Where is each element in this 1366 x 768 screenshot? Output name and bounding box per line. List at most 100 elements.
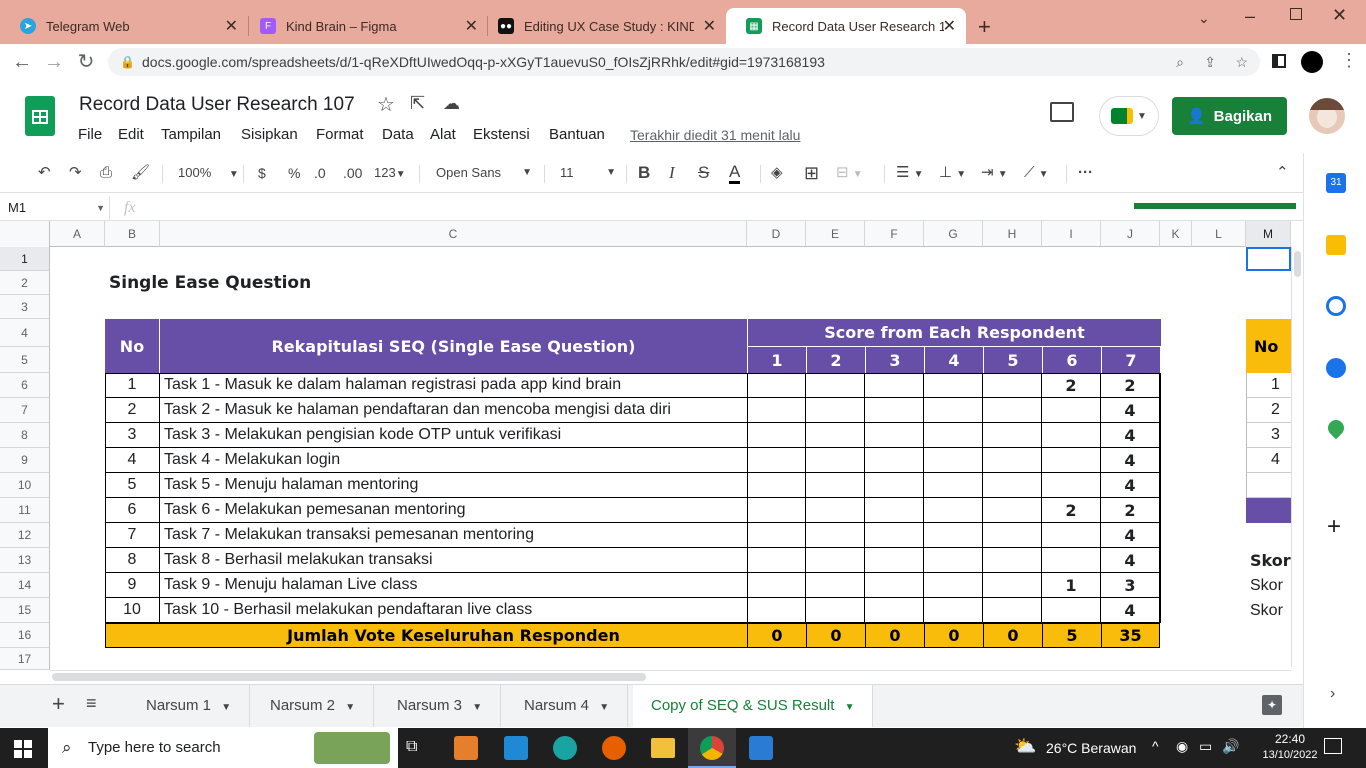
score-cell[interactable] xyxy=(983,598,1042,623)
keep-icon[interactable] xyxy=(1326,235,1346,255)
score-cell[interactable] xyxy=(806,523,865,548)
user-avatar[interactable] xyxy=(1309,98,1345,134)
total-value-cell[interactable]: 0 xyxy=(747,623,806,648)
vertical-align-icon[interactable]: ⊥ ▼ xyxy=(939,163,966,185)
borders-icon[interactable]: ⊞ xyxy=(804,163,819,183)
recording-icon[interactable]: ◉ xyxy=(1176,738,1188,755)
side-panel-icon[interactable] xyxy=(1272,54,1286,68)
redo-icon[interactable]: ↷ xyxy=(69,163,82,183)
fill-color-icon[interactable]: ◈ xyxy=(771,163,783,183)
col-header-e[interactable]: E xyxy=(806,221,865,247)
col-header-j[interactable]: J xyxy=(1101,221,1160,247)
score-cell[interactable] xyxy=(747,473,806,498)
menu-edit[interactable]: Edit xyxy=(118,126,144,143)
score-cell[interactable] xyxy=(865,398,924,423)
score-cell[interactable] xyxy=(924,473,983,498)
respondent-header-5[interactable]: 5 xyxy=(983,347,1042,373)
more-formats-select[interactable]: 123▼ xyxy=(374,163,406,185)
chrome-taskbar-button[interactable] xyxy=(688,728,736,768)
menu-tools[interactable]: Alat xyxy=(430,126,456,143)
score-cell[interactable] xyxy=(747,548,806,573)
last-edit-link[interactable]: Terakhir diedit 31 menit lalu xyxy=(630,127,800,143)
bold-icon[interactable]: B xyxy=(638,163,650,183)
score-cell[interactable] xyxy=(924,498,983,523)
name-box[interactable]: M1 ▼ xyxy=(0,196,110,220)
row-header-2[interactable]: 2 xyxy=(0,271,50,295)
explore-icon[interactable]: ✦ xyxy=(1262,695,1282,715)
close-window-icon[interactable]: ✕ xyxy=(1332,5,1347,26)
score-cell[interactable] xyxy=(747,448,806,473)
undo-icon[interactable]: ↶ xyxy=(38,163,51,183)
notification-icon[interactable] xyxy=(1324,738,1342,754)
profile-avatar[interactable] xyxy=(1301,51,1323,73)
task-no-cell[interactable]: 6 xyxy=(105,498,160,523)
get-addons-icon[interactable]: + xyxy=(1327,513,1341,541)
xampp-icon[interactable] xyxy=(454,736,478,760)
browser-tab-telegram[interactable]: ➤ Telegram Web ✕ xyxy=(0,8,248,44)
row-header-1[interactable]: 1 xyxy=(0,247,50,271)
tray-chevron-icon[interactable]: ^ xyxy=(1152,738,1159,754)
all-sheets-icon[interactable]: ≡ xyxy=(86,693,97,714)
more-options-icon[interactable]: ··· xyxy=(1078,163,1093,183)
maximize-icon[interactable] xyxy=(1290,8,1302,20)
total-value-cell[interactable]: 35 xyxy=(1101,623,1160,648)
forward-icon[interactable]: → xyxy=(42,50,66,74)
text-rotate-icon[interactable]: ⟋ ▼ xyxy=(1024,163,1049,185)
weather-icon[interactable]: ⛅ xyxy=(1014,736,1036,757)
task-description-cell[interactable]: Task 8 - Berhasil melakukan transaksi xyxy=(160,548,748,573)
reload-icon[interactable]: ↻ xyxy=(74,50,98,74)
score-cell[interactable]: 4 xyxy=(1101,398,1160,423)
menu-extensions[interactable]: Ekstensi xyxy=(473,126,530,143)
score-cell[interactable]: 3 xyxy=(1101,573,1160,598)
score-cell[interactable]: 2 xyxy=(1101,373,1160,398)
share-button[interactable]: 👤 Bagikan xyxy=(1172,97,1287,135)
score-cell[interactable] xyxy=(865,598,924,623)
close-tab-icon[interactable]: ✕ xyxy=(703,16,716,36)
menu-file[interactable]: File xyxy=(78,126,102,143)
task-description-cell[interactable]: Task 4 - Melakukan login xyxy=(160,448,748,473)
decrease-decimal-button[interactable]: .0 xyxy=(314,163,326,183)
score-cell[interactable] xyxy=(1042,598,1101,623)
clock-time[interactable]: 22:40 xyxy=(1262,732,1318,746)
score-cell[interactable] xyxy=(806,423,865,448)
total-value-cell[interactable]: 0 xyxy=(983,623,1042,648)
col-header-m[interactable]: M xyxy=(1246,221,1291,247)
respondent-header-6[interactable]: 6 xyxy=(1042,347,1101,373)
score-cell[interactable] xyxy=(924,598,983,623)
total-value-cell[interactable]: 5 xyxy=(1042,623,1101,648)
score-cell[interactable] xyxy=(865,373,924,398)
close-tab-icon[interactable]: ✕ xyxy=(465,16,478,36)
menu-help[interactable]: Bantuan xyxy=(549,126,605,143)
score-cell[interactable] xyxy=(1042,423,1101,448)
row-header-14[interactable]: 14 xyxy=(0,573,50,598)
side-no-1[interactable]: 1 xyxy=(1246,373,1291,398)
maps-icon[interactable] xyxy=(1324,416,1348,440)
score-cell[interactable]: 2 xyxy=(1042,373,1101,398)
sheet-tab-narsum-2[interactable]: Narsum 2 ▼ xyxy=(252,685,375,727)
sheets-logo-icon[interactable] xyxy=(25,96,55,136)
score-cell[interactable] xyxy=(1042,473,1101,498)
zoom-select[interactable]: 100% ▼ xyxy=(178,163,239,185)
star-icon[interactable]: ☆ xyxy=(377,92,395,117)
col-header-c[interactable]: C xyxy=(160,221,747,247)
task-description-cell[interactable]: Task 3 - Melakukan pengisian kode OTP un… xyxy=(160,423,748,448)
score-cell[interactable] xyxy=(865,473,924,498)
score-cell[interactable] xyxy=(924,423,983,448)
side-header-no[interactable]: No xyxy=(1246,319,1291,373)
calendar-icon[interactable]: 31 xyxy=(1326,173,1346,193)
expand-panel-icon[interactable]: › xyxy=(1330,685,1335,703)
strikethrough-icon[interactable]: S xyxy=(698,163,709,183)
vertical-scrollbar[interactable] xyxy=(1291,247,1303,667)
task-no-cell[interactable]: 4 xyxy=(105,448,160,473)
score-cell[interactable] xyxy=(1042,548,1101,573)
clock-date[interactable]: 13/10/2022 xyxy=(1256,749,1324,761)
back-icon[interactable]: ← xyxy=(10,50,34,74)
selected-cell-m1[interactable] xyxy=(1246,247,1291,271)
task-description-cell[interactable]: Task 9 - Menuju halaman Live class xyxy=(160,573,748,598)
score-cell[interactable]: 4 xyxy=(1101,548,1160,573)
score-cell[interactable] xyxy=(806,548,865,573)
row-header-5[interactable]: 5 xyxy=(0,347,50,373)
score-cell[interactable]: 4 xyxy=(1101,598,1160,623)
task-no-cell[interactable]: 8 xyxy=(105,548,160,573)
respondent-header-3[interactable]: 3 xyxy=(865,347,924,373)
